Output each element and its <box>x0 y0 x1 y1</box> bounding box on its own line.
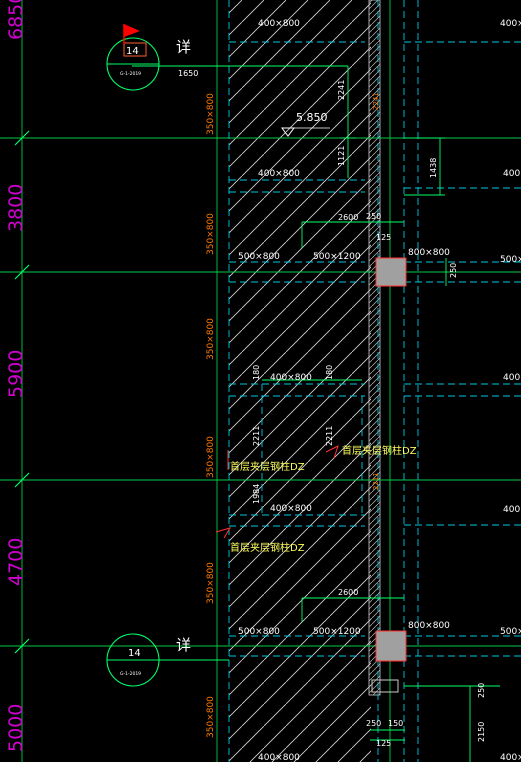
beam-label: 400×800 <box>258 19 300 29</box>
grid-spacing-label: 4700 <box>5 538 27 586</box>
steel-column-upper <box>375 257 407 287</box>
callout-sheet: G-1-2019 <box>120 71 141 77</box>
column-size-label: 350×800 <box>206 318 216 360</box>
dimension-value: 1438 <box>429 158 438 178</box>
note-text: 首层夹层钢柱DZ <box>230 541 305 554</box>
beam-label: 500×800 <box>500 627 521 637</box>
beam-label: 400×800 <box>270 373 312 383</box>
callout-number: 14 <box>126 46 139 57</box>
beam-label: 400×800 <box>500 753 521 762</box>
dimension-value: 1121 <box>337 146 346 166</box>
dimension-value: 1984 <box>252 484 261 504</box>
beam-label: 500×800 <box>238 627 280 637</box>
steel-column-lower <box>375 630 407 662</box>
beam-label: 500×1200 <box>313 252 361 262</box>
column-size-label: 350×800 <box>206 213 216 255</box>
wall-annotation: 2211 <box>372 472 380 490</box>
dimension-value: 125 <box>376 739 391 748</box>
dimension-value: 1650 <box>178 69 198 78</box>
beam-label: 500×800 <box>500 255 521 265</box>
dimension-value: 2600 <box>338 588 358 597</box>
dimension-value: 250 <box>477 683 486 698</box>
dimension-value: 2241 <box>337 80 346 100</box>
dimension-value: 2150 <box>477 722 486 742</box>
beam-label: 400×800 <box>258 169 300 179</box>
note-text: 首层夹层钢柱DZ <box>230 460 305 473</box>
dimension-value: 2211 <box>325 426 334 446</box>
dimension-value: 180 <box>252 365 261 380</box>
callout-number: 14 <box>128 648 141 659</box>
beam-label: 500×800 <box>238 252 280 262</box>
beam-label: 800×800 <box>408 248 450 258</box>
dimension-value: 180 <box>325 365 334 380</box>
flag-icon <box>124 24 140 37</box>
beam-label: 400×800 <box>503 505 521 515</box>
cad-structural-drawing: 6850 3800 5900 4700 5000 14 G-1-2019 详 1… <box>0 0 521 762</box>
detail-callout-1 <box>106 24 160 91</box>
beam-label: 800×800 <box>408 621 450 631</box>
detail-callout-2 <box>106 633 160 687</box>
beam-label: 500×1200 <box>313 627 361 637</box>
beam-label: 400×800 <box>503 169 521 179</box>
dimension-value: 150 <box>388 719 403 728</box>
level-mark: 5.850 <box>296 111 328 124</box>
beam-label: 400×800 <box>500 19 521 29</box>
dimension-value: 250 <box>366 719 381 728</box>
column-size-label: 350×800 <box>206 696 216 738</box>
column-size-label: 350×800 <box>206 93 216 135</box>
callout-sheet: G-1-2019 <box>120 671 141 677</box>
dimension-value: 2211 <box>252 426 261 446</box>
beam-label: 400×800 <box>270 504 312 514</box>
callout-label: 详 <box>176 636 191 654</box>
grid-spacing-label: 3800 <box>5 184 27 232</box>
callout-label: 详 <box>176 38 191 56</box>
column-size-label: 350×800 <box>206 562 216 604</box>
beam-label: 400×800 <box>258 753 300 762</box>
wall-annotation: 2241 <box>372 92 380 110</box>
column-size-labels: 350×800 350×800 350×800 350×800 350×800 … <box>206 93 216 738</box>
note-text: 首层夹层钢柱DZ <box>342 444 417 457</box>
dimension-value: 250 <box>449 263 458 278</box>
grid-spacing-label: 5900 <box>5 350 27 398</box>
dimension-value: 250 <box>366 212 381 221</box>
dimension-value: 125 <box>376 233 391 242</box>
column-size-label: 350×800 <box>206 436 216 478</box>
dimension-value: 2600 <box>338 213 358 222</box>
grid-spacing-label: 6850 <box>5 0 27 40</box>
beam-label: 400×800 <box>503 373 521 383</box>
grid-spacing-label: 5000 <box>5 704 27 752</box>
